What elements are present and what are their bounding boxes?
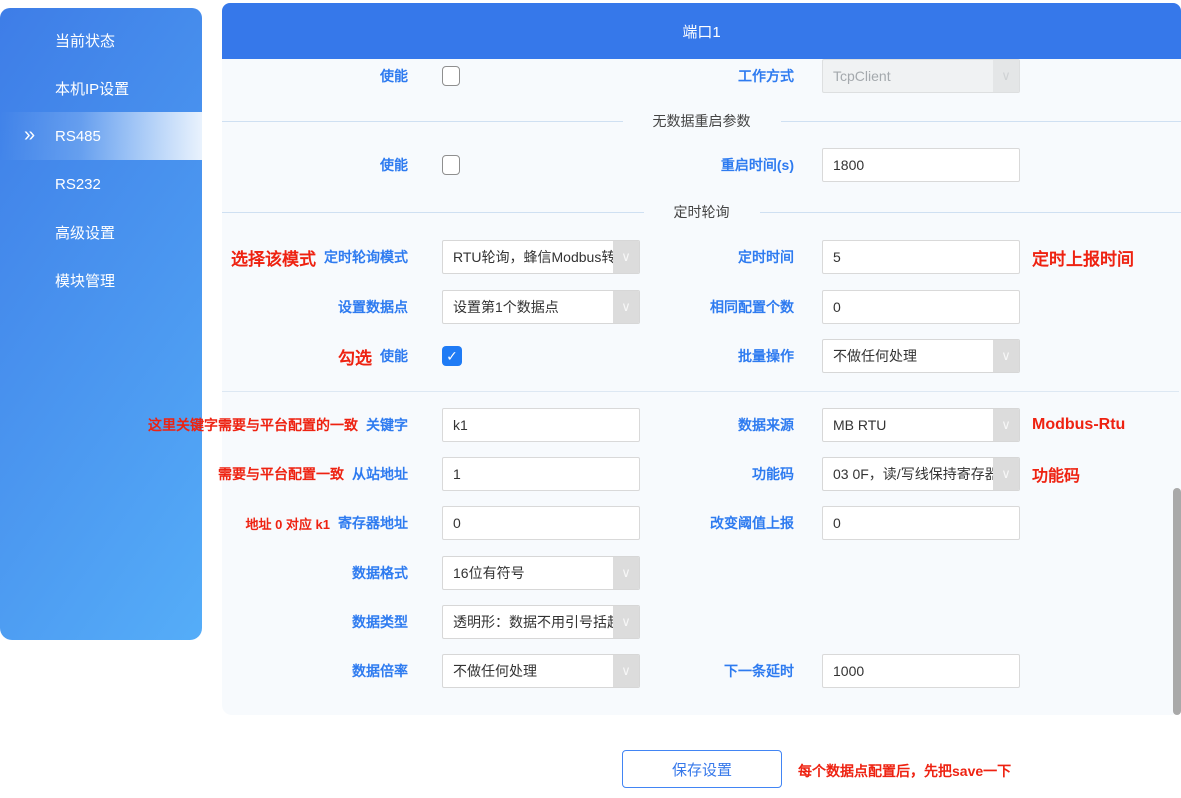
poll-mode-annotation: 选择该模式: [231, 245, 316, 270]
sidebar-item-label: RS485: [55, 128, 101, 145]
keyword-label: 关键字: [366, 415, 408, 435]
divider-line: [222, 121, 623, 122]
data-format-value: 16位有符号: [453, 557, 637, 589]
data-source-annotation-cell: Modbus-Rtu: [1032, 408, 1181, 442]
scrollbar-thumb[interactable]: [1173, 488, 1181, 715]
enable2-label: 使能: [380, 346, 408, 366]
keyword-label-cell: 这里关键字需要与平台配置的一致 关键字: [0, 408, 408, 442]
function-code-label-cell: 功能码: [520, 457, 794, 491]
data-format-select[interactable]: 16位有符号 ∨: [442, 556, 640, 590]
divider-line: [781, 121, 1181, 122]
enable-checkbox[interactable]: [442, 66, 460, 86]
next-delay-input[interactable]: [822, 654, 1020, 688]
panel-header: 端口1: [222, 3, 1181, 59]
data-rate-label-cell: 数据倍率: [0, 654, 408, 688]
separator-line: [222, 391, 1179, 392]
data-type-value: 透明形：数据不用引号括起: [453, 606, 637, 638]
batch-label-cell: 批量操作: [520, 339, 794, 373]
batch-operation-value: 不做任何处理: [833, 340, 1017, 372]
section-poll-title: 定时轮询: [674, 202, 730, 222]
data-source-label: 数据来源: [738, 415, 794, 435]
batch-operation-select[interactable]: 不做任何处理 ∨: [822, 339, 1020, 373]
section-poll-divider: 定时轮询: [222, 199, 1181, 225]
data-type-select[interactable]: 透明形：数据不用引号括起 ∨: [442, 605, 640, 639]
work-mode-value: TcpClient: [833, 60, 1017, 92]
poll-mode-label-cell: 选择该模式 定时轮询模式: [0, 240, 408, 274]
chevron-down-icon: ∨: [613, 606, 639, 638]
chevron-down-icon: ∨: [993, 458, 1019, 490]
function-code-annotation: 功能码: [1032, 462, 1080, 486]
next-delay-label: 下一条延时: [724, 661, 794, 681]
poll-time-annotation: 定时上报时间: [1032, 245, 1134, 270]
datapoint-label-cell: 设置数据点: [0, 290, 408, 324]
same-count-label: 相同配置个数: [710, 297, 794, 317]
restart-time-label: 重启时间(s): [721, 155, 794, 175]
next-delay-label-cell: 下一条延时: [520, 654, 794, 688]
double-chevron-icon: »: [24, 125, 33, 145]
slave-address-annotation: 需要与平台配置一致: [218, 464, 344, 484]
chevron-down-icon: ∨: [993, 409, 1019, 441]
sidebar-item-current-status[interactable]: 当前状态: [0, 16, 202, 64]
enable-label: 使能: [380, 66, 408, 86]
threshold-label-cell: 改变阈值上报: [520, 506, 794, 540]
data-source-select[interactable]: MB RTU ∨: [822, 408, 1020, 442]
function-code-value: 03 0F，读/写线保持寄存器: [833, 458, 1017, 490]
slave-address-label: 从站地址: [352, 464, 408, 484]
save-button[interactable]: 保存设置: [622, 750, 782, 788]
data-type-label-cell: 数据类型: [0, 605, 408, 639]
data-rate-label: 数据倍率: [352, 661, 408, 681]
section-restart-divider: 无数据重启参数: [222, 108, 1181, 134]
data-source-annotation: Modbus-Rtu: [1032, 416, 1125, 434]
work-mode-select[interactable]: TcpClient ∨: [822, 59, 1020, 93]
data-source-label-cell: 数据来源: [520, 408, 794, 442]
poll-time-label: 定时时间: [738, 247, 794, 267]
keyword-annotation: 这里关键字需要与平台配置的一致: [148, 415, 358, 435]
restart-time-input[interactable]: [822, 148, 1020, 182]
poll-time-input[interactable]: [822, 240, 1020, 274]
page-title: 端口1: [682, 21, 720, 42]
enable-label-cell: 使能: [0, 59, 408, 93]
restart-enable-checkbox[interactable]: [442, 155, 460, 175]
restart-time-label-cell: 重启时间(s): [520, 148, 794, 182]
work-mode-label-cell: 工作方式: [520, 59, 794, 93]
section-restart-title: 无数据重启参数: [653, 111, 751, 131]
poll-mode-label: 定时轮询模式: [324, 247, 408, 267]
divider-line: [222, 212, 644, 213]
restart-enable-label-cell: 使能: [0, 148, 408, 182]
register-address-label-cell: 地址 0 对应 k1 寄存器地址: [0, 506, 408, 540]
enable2-annotation: 勾选: [338, 344, 372, 369]
change-threshold-input[interactable]: [822, 506, 1020, 540]
slave-address-label-cell: 需要与平台配置一致 从站地址: [0, 457, 408, 491]
data-type-label: 数据类型: [352, 612, 408, 632]
threshold-label: 改变阈值上报: [710, 513, 794, 533]
register-address-annotation: 地址 0 对应 k1: [245, 514, 330, 533]
function-code-label: 功能码: [752, 464, 794, 484]
same-count-label-cell: 相同配置个数: [520, 290, 794, 324]
save-note: 每个数据点配置后，先把save一下: [798, 761, 1011, 781]
sidebar-item-label: 当前状态: [55, 30, 115, 51]
batch-label: 批量操作: [738, 346, 794, 366]
enable2-checkbox[interactable]: ✓: [442, 346, 462, 366]
poll-time-annotation-cell: 定时上报时间: [1032, 240, 1181, 274]
work-mode-label: 工作方式: [738, 66, 794, 86]
chevron-down-icon: ∨: [993, 60, 1019, 92]
chevron-down-icon: ∨: [993, 340, 1019, 372]
poll-time-label-cell: 定时时间: [520, 240, 794, 274]
sidebar: 当前状态 本机IP设置 » RS485 RS232 高级设置 模块管理: [0, 8, 202, 640]
function-code-select[interactable]: 03 0F，读/写线保持寄存器 ∨: [822, 457, 1020, 491]
divider-line: [760, 212, 1181, 213]
data-source-value: MB RTU: [833, 409, 1017, 441]
data-format-label: 数据格式: [352, 563, 408, 583]
datapoint-label: 设置数据点: [338, 297, 408, 317]
enable2-label-cell: 勾选 使能: [0, 339, 408, 373]
data-format-label-cell: 数据格式: [0, 556, 408, 590]
check-icon: ✓: [446, 348, 458, 365]
register-address-label: 寄存器地址: [338, 513, 408, 533]
restart-enable-label: 使能: [380, 155, 408, 175]
page: 当前状态 本机IP设置 » RS485 RS232 高级设置 模块管理 端口1: [0, 0, 1181, 798]
same-config-count-input[interactable]: [822, 290, 1020, 324]
function-code-annotation-cell: 功能码: [1032, 457, 1181, 491]
chevron-down-icon: ∨: [613, 557, 639, 589]
